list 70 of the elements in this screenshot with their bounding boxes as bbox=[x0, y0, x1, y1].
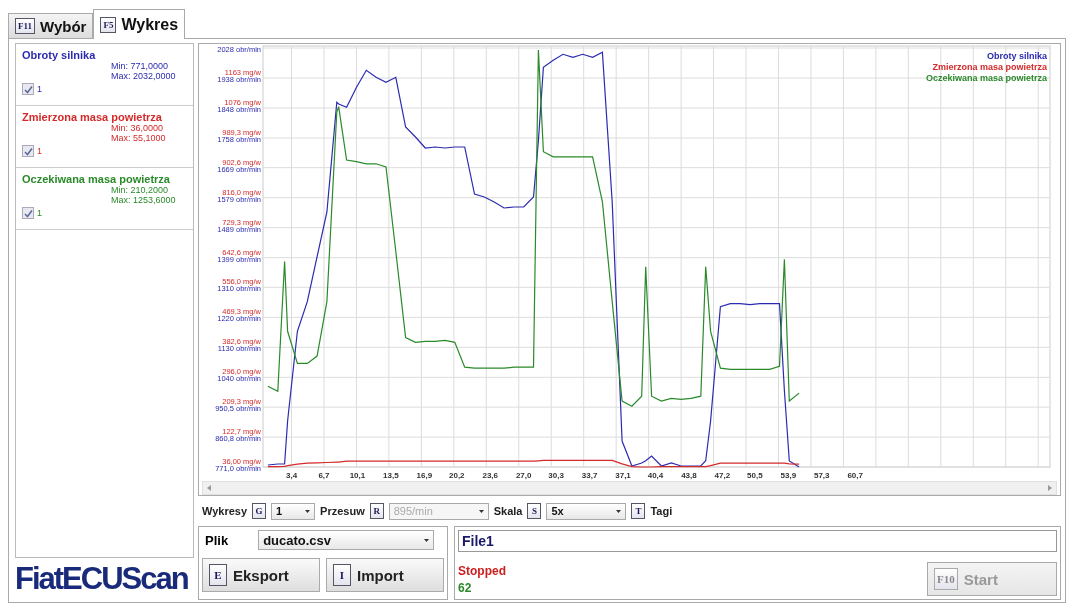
checkbox[interactable] bbox=[22, 83, 34, 95]
x-axis-label: 43,8 bbox=[681, 471, 697, 480]
shortcut-key: G bbox=[252, 503, 267, 519]
max-value: Max: 55,1000 bbox=[111, 133, 167, 143]
checkbox[interactable] bbox=[22, 145, 34, 157]
x-axis-label: 13,5 bbox=[383, 471, 399, 480]
x-axis-label: 50,5 bbox=[747, 471, 763, 480]
shortcut-key: F5 bbox=[100, 16, 117, 33]
horizontal-scrollbar[interactable] bbox=[202, 481, 1057, 495]
tab-label: Wybór bbox=[40, 17, 87, 35]
toolbar-label: Przesuw bbox=[320, 505, 365, 517]
x-axis-label: 3,4 bbox=[285, 471, 298, 480]
x-axis-label: 16,9 bbox=[416, 471, 433, 480]
dropdown[interactable]: 1 bbox=[271, 502, 316, 520]
max-value: Max: 2032,0000 bbox=[111, 71, 177, 81]
shortcut-key: F11 bbox=[15, 18, 35, 34]
legend-entry: Oczekiwana masa powietrza bbox=[925, 73, 1047, 83]
checkbox-label: 1 bbox=[37, 146, 42, 156]
series-name: Obroty silnika bbox=[22, 49, 97, 61]
x-axis-label: 37,1 bbox=[615, 471, 631, 480]
caret-icon bbox=[616, 509, 622, 513]
series-name: Zmierzona masa powietrza bbox=[22, 111, 163, 123]
caret-icon bbox=[478, 509, 484, 513]
max-value: Max: 1253,6000 bbox=[111, 195, 177, 205]
x-axis-label: 10,1 bbox=[349, 471, 366, 480]
shortcut-key: R bbox=[369, 503, 384, 519]
x-axis-label: 30,3 bbox=[548, 471, 564, 480]
button[interactable]: E Eksport bbox=[202, 558, 320, 592]
toolbar-label: Tagi bbox=[650, 505, 673, 517]
scroll-left-icon[interactable] bbox=[207, 485, 211, 491]
field-label: Plik bbox=[205, 532, 229, 548]
scroll-right-icon[interactable] bbox=[1048, 485, 1052, 491]
x-axis-label: 23,6 bbox=[482, 471, 499, 480]
x-axis-label: 47,2 bbox=[714, 471, 731, 480]
tab-label: Wykres bbox=[121, 15, 179, 34]
logo: FiatECUScan bbox=[15, 560, 188, 598]
checkbox-label: 1 bbox=[37, 84, 42, 94]
x-axis-label: 33,7 bbox=[581, 471, 598, 480]
shortcut-key: T bbox=[631, 503, 646, 519]
checkbox-label: 1 bbox=[37, 208, 42, 218]
caret-icon bbox=[305, 509, 311, 513]
shortcut-key: E bbox=[209, 564, 227, 586]
button[interactable]: I Import bbox=[326, 558, 444, 592]
tab[interactable]: F11 Wybór bbox=[8, 13, 94, 38]
shortcut-key: F10 bbox=[934, 568, 958, 590]
x-axis-label: 57,3 bbox=[814, 471, 830, 480]
x-axis-label: 6,7 bbox=[318, 471, 330, 480]
legend-entry: Obroty silnika bbox=[986, 51, 1047, 61]
count-text: 62 bbox=[458, 581, 473, 595]
file-dropdown[interactable]: ducato.csv bbox=[258, 530, 435, 550]
min-value: Min: 210,2000 bbox=[111, 185, 169, 195]
tab[interactable]: F5 Wykres bbox=[93, 9, 186, 39]
toolbar-label: Skala bbox=[493, 505, 523, 517]
min-value: Min: 36,0000 bbox=[111, 123, 165, 133]
shortcut-key: I bbox=[333, 564, 351, 586]
caret-icon bbox=[424, 538, 430, 542]
checkbox[interactable] bbox=[22, 207, 34, 219]
x-axis-label: 40,4 bbox=[647, 471, 664, 480]
status-text: Stopped bbox=[458, 564, 506, 578]
x-axis-label: 27,0 bbox=[515, 471, 532, 480]
shortcut-key: S bbox=[527, 503, 542, 519]
x-axis-label: 20,2 bbox=[449, 471, 465, 480]
name-field[interactable]: File1 bbox=[458, 530, 1057, 552]
min-value: Min: 771,0000 bbox=[111, 61, 170, 71]
legend-entry: Zmierzona masa powietrza bbox=[932, 62, 1047, 72]
x-axis-label: 60,7 bbox=[847, 471, 863, 480]
toolbar-label: Wykresy bbox=[202, 505, 248, 517]
series-name: Oczekiwana masa powietrza bbox=[22, 173, 171, 185]
x-axis-label: 53,9 bbox=[780, 471, 797, 480]
dropdown[interactable]: 5x bbox=[546, 502, 627, 520]
